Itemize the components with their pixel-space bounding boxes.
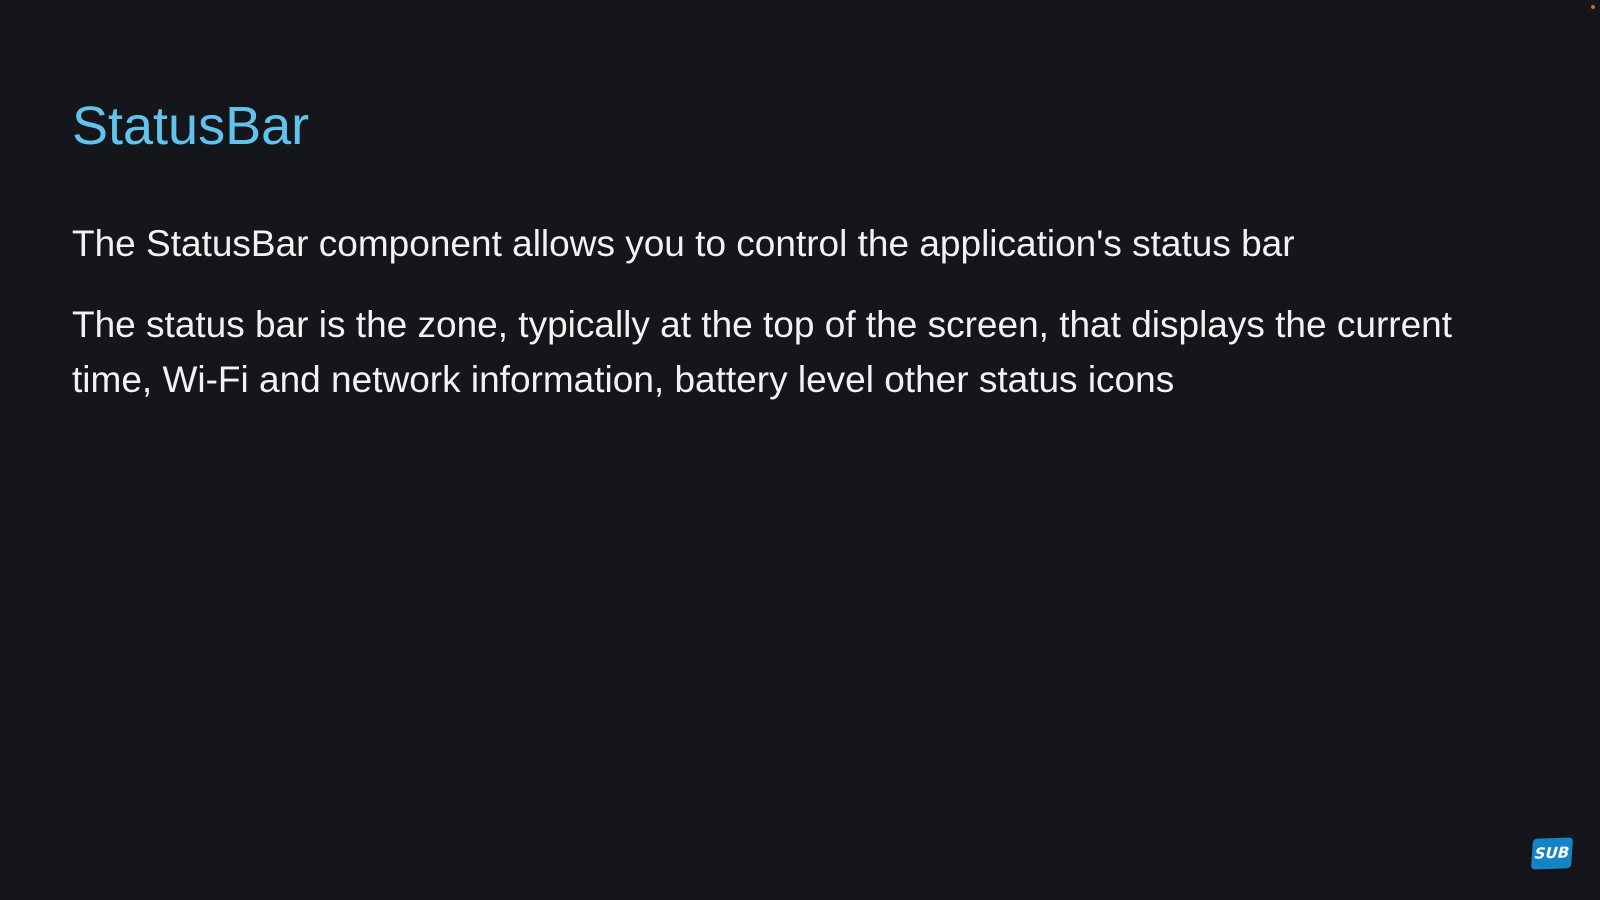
presentation-slide: StatusBar The StatusBar component allows… <box>0 0 1600 900</box>
recording-indicator-dot <box>1591 5 1595 9</box>
slide-paragraph-intro: The StatusBar component allows you to co… <box>72 223 1295 264</box>
slide-paragraph-description: The status bar is the zone, typically at… <box>72 304 1453 400</box>
subscribe-badge-icon[interactable]: SUB <box>1530 837 1574 870</box>
slide-title: StatusBar <box>72 96 310 156</box>
